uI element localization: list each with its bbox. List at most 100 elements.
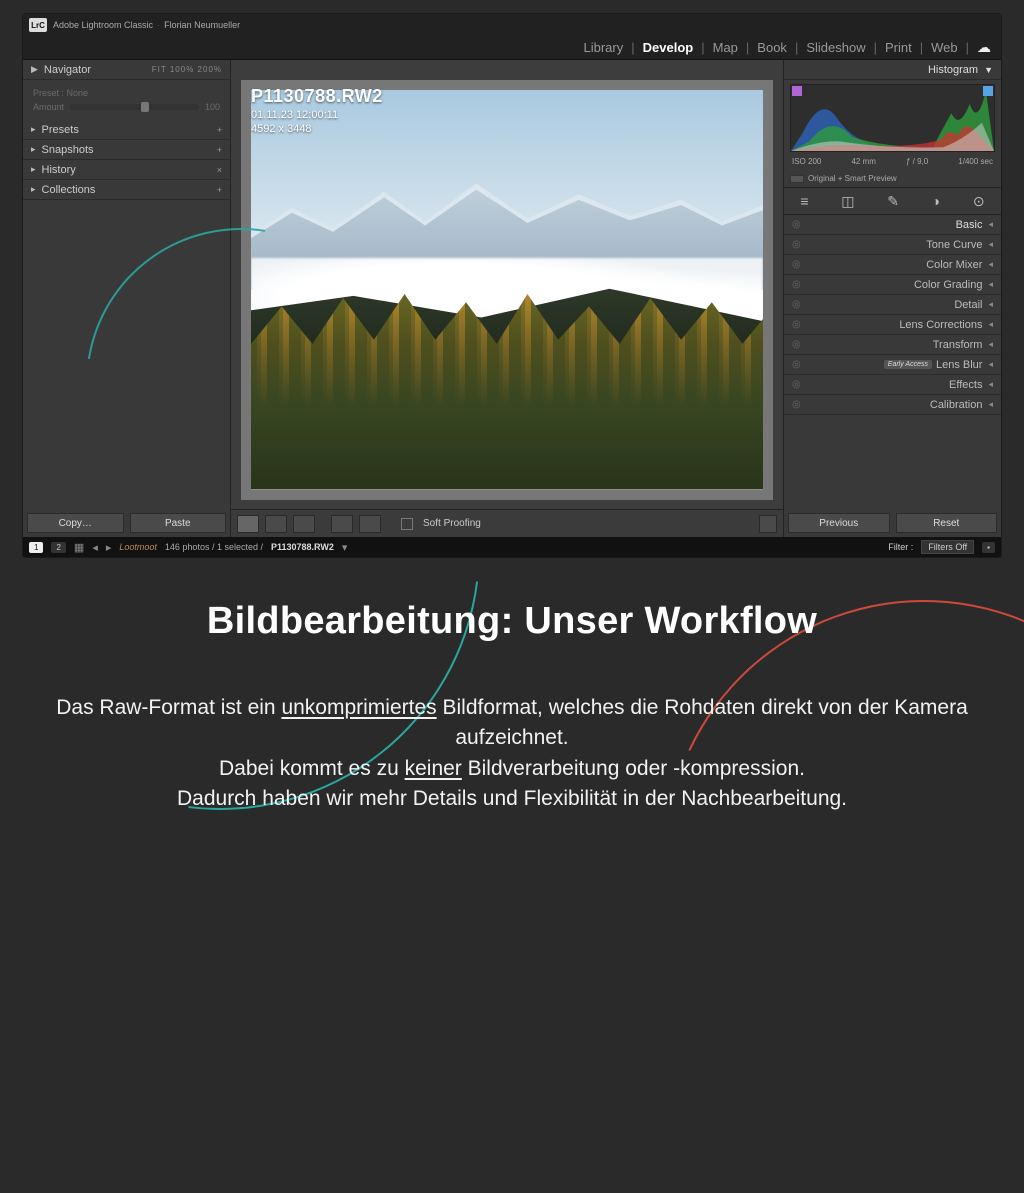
breadcrumb-dropdown-icon[interactable]: ▾ <box>342 541 348 554</box>
eye-icon[interactable]: ◎ <box>792 339 804 350</box>
eye-icon[interactable]: ◎ <box>792 299 804 310</box>
snapshots-panel[interactable]: ▸Snapshots+ <box>23 140 230 160</box>
cloud-icon[interactable]: ☁ <box>977 39 991 56</box>
module-develop[interactable]: Develop <box>643 40 694 55</box>
copy-button[interactable]: Copy… <box>27 513 124 533</box>
eye-icon[interactable]: ◎ <box>792 219 804 230</box>
photo-preview <box>251 90 763 490</box>
lens-blur-panel[interactable]: ◎Early AccessLens Blur◂ <box>784 355 1001 375</box>
amount-slider[interactable] <box>70 104 199 110</box>
module-library[interactable]: Library <box>584 40 624 55</box>
calibration-panel[interactable]: ◎Calibration◂ <box>784 395 1001 415</box>
navigator-panel[interactable]: ▶ Navigator FIT 100% 200% <box>23 60 230 80</box>
filter-lock-icon[interactable]: ▪ <box>982 542 995 553</box>
presets-label: Presets <box>42 124 79 136</box>
histogram-aperture: ƒ / 9,0 <box>906 157 928 166</box>
add-icon[interactable]: + <box>217 125 222 135</box>
user-name: Florian Neumueller <box>164 20 240 30</box>
chevron-down-icon: ▼ <box>984 65 993 75</box>
reset-button[interactable]: Reset <box>896 513 998 533</box>
collections-panel[interactable]: ▸Collections+ <box>23 180 230 200</box>
chevron-left-icon: ◂ <box>988 239 993 250</box>
article-text: Bildbearbeitung: Unser Workflow Das Raw-… <box>0 600 1024 815</box>
presets-panel[interactable]: ▸Presets+ <box>23 120 230 140</box>
detail-panel[interactable]: ◎Detail◂ <box>784 295 1001 315</box>
chevron-left-icon: ◂ <box>988 219 993 230</box>
navigator-label: Navigator <box>44 64 91 76</box>
image-canvas[interactable]: P1130788.RW2 01.11.23 12:00:11 4592 x 34… <box>241 80 773 500</box>
left-panel-group: ▶ Navigator FIT 100% 200% Preset : None … <box>23 60 231 537</box>
edit-sliders-icon[interactable]: ≡ <box>800 193 808 209</box>
basic-panel[interactable]: ◎ Basic ◂ <box>784 215 1001 235</box>
paste-button[interactable]: Paste <box>130 513 227 533</box>
module-print[interactable]: Print <box>885 40 912 55</box>
chevron-left-icon: ◂ <box>988 279 993 290</box>
toolbar-dropdown[interactable] <box>759 515 777 533</box>
clear-icon[interactable]: × <box>217 165 222 175</box>
module-slideshow[interactable]: Slideshow <box>806 40 865 55</box>
grid-view-icon[interactable]: ▦ <box>74 541 84 554</box>
shadow-clip-indicator[interactable] <box>792 86 802 96</box>
module-web[interactable]: Web <box>931 40 958 55</box>
eye-icon[interactable]: ◎ <box>792 259 804 270</box>
color-grading-panel[interactable]: ◎Color Grading◂ <box>784 275 1001 295</box>
amount-label: Amount <box>33 102 64 112</box>
histogram-panel-header[interactable]: Histogram ▼ <box>784 60 1001 80</box>
right-panel-group: Histogram ▼ ISO 200 42 mm ƒ / 9,0 1/400 … <box>783 60 1001 537</box>
calibration-label: Calibration <box>930 399 983 411</box>
nav-back-icon[interactable]: ◂ <box>92 541 98 554</box>
loupe-view-button[interactable] <box>237 515 259 533</box>
history-label: History <box>42 164 76 176</box>
overlay-filename: P1130788.RW2 <box>251 86 383 107</box>
eye-icon[interactable]: ◎ <box>792 379 804 390</box>
effects-panel[interactable]: ◎Effects◂ <box>784 375 1001 395</box>
monitor-2-icon[interactable]: 2 <box>51 542 65 553</box>
navigator-zoom-modes[interactable]: FIT 100% 200% <box>152 65 222 74</box>
histogram-label: Histogram <box>928 64 978 76</box>
highlight-clip-indicator[interactable] <box>983 86 993 96</box>
eye-icon[interactable]: ◎ <box>792 239 804 250</box>
before-after-button[interactable] <box>265 515 287 533</box>
color-mixer-panel[interactable]: ◎Color Mixer◂ <box>784 255 1001 275</box>
color-mixer-label: Color Mixer <box>926 259 982 271</box>
add-icon[interactable]: + <box>217 145 222 155</box>
view-option-button[interactable] <box>331 515 353 533</box>
eye-icon[interactable]: ◎ <box>792 399 804 410</box>
chevron-right-icon: ▸ <box>31 164 36 175</box>
crop-icon[interactable]: ◫ <box>841 193 854 210</box>
previous-button[interactable]: Previous <box>788 513 890 533</box>
histogram-chart <box>790 84 995 152</box>
eye-icon[interactable]: ◎ <box>792 319 804 330</box>
basic-label: Basic <box>956 219 983 231</box>
monitor-1-icon[interactable]: 1 <box>29 542 43 553</box>
module-book[interactable]: Book <box>757 40 787 55</box>
histogram-focal: 42 mm <box>851 157 875 166</box>
center-toolbar: Soft Proofing <box>231 509 783 537</box>
chevron-right-icon: ▸ <box>31 184 36 195</box>
history-panel[interactable]: ▸ History × <box>23 160 230 180</box>
underline-word: unkomprimiertes <box>281 696 436 719</box>
app-name: Adobe Lightroom Classic <box>53 20 153 30</box>
chevron-left-icon: ◂ <box>988 339 993 350</box>
eye-icon[interactable]: ◎ <box>792 279 804 290</box>
module-map[interactable]: Map <box>713 40 738 55</box>
eye-icon[interactable]: ◎ <box>792 359 804 370</box>
transform-panel[interactable]: ◎Transform◂ <box>784 335 1001 355</box>
soft-proofing-checkbox[interactable] <box>401 518 413 530</box>
tone-curve-panel[interactable]: ◎Tone Curve◂ <box>784 235 1001 255</box>
redeye-icon[interactable]: ⊙ <box>973 193 985 210</box>
add-icon[interactable]: + <box>217 185 222 195</box>
histogram-iso: ISO 200 <box>792 157 821 166</box>
nav-fwd-icon[interactable]: ▸ <box>106 541 112 554</box>
mask-icon[interactable]: ◑ <box>932 193 940 209</box>
heal-icon[interactable]: ✎ <box>887 193 899 210</box>
module-picker: Library| Develop| Map| Book| Slideshow| … <box>23 36 1001 60</box>
view-option-button-2[interactable] <box>359 515 381 533</box>
filmstrip-statusbar: 1 2 ▦ ◂ ▸ Lootmoot 146 photos / 1 select… <box>23 537 1001 557</box>
before-after-split-button[interactable] <box>293 515 315 533</box>
early-access-badge: Early Access <box>884 360 932 369</box>
chevron-right-icon: ▶ <box>31 64 38 75</box>
lens-corrections-panel[interactable]: ◎Lens Corrections◂ <box>784 315 1001 335</box>
preview-icon <box>790 175 804 183</box>
filter-select[interactable]: Filters Off <box>921 540 974 554</box>
